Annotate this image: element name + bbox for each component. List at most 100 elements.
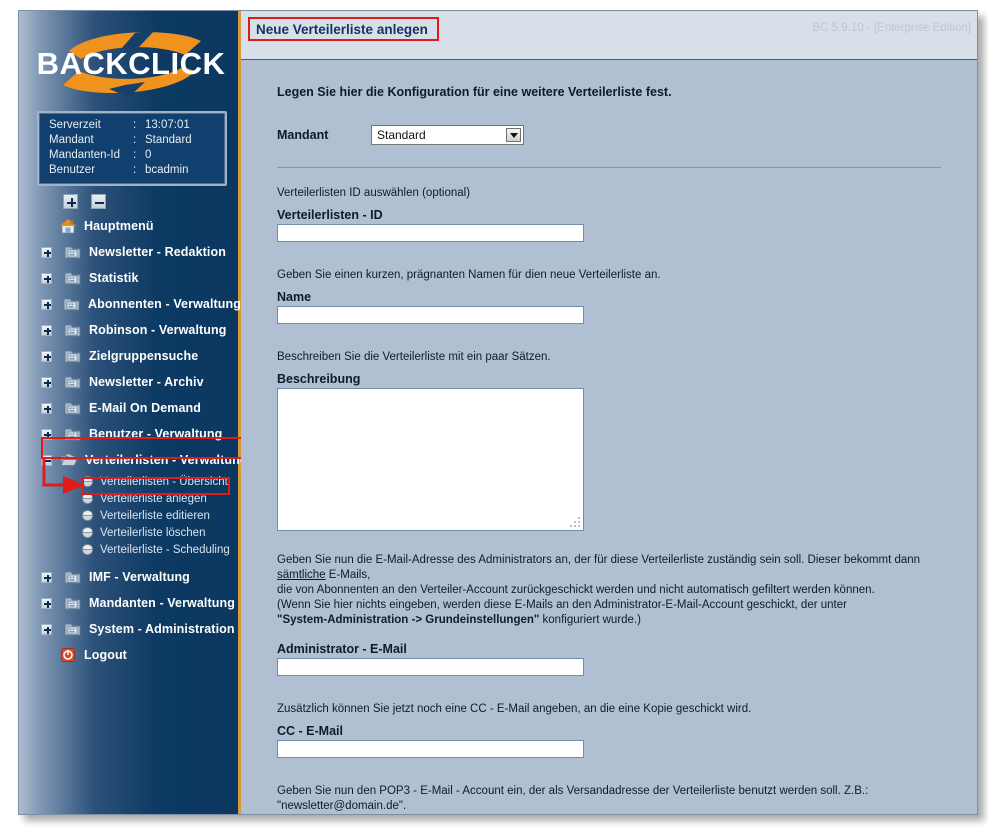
expand-toggle-plus-icon[interactable] (41, 428, 52, 440)
expand-toggle-plus-icon[interactable] (41, 350, 52, 362)
folder-icon (64, 426, 82, 442)
sidebar-subitem-label: Verteilerliste anlegen (100, 492, 207, 505)
info-sep: : (133, 119, 137, 131)
sidebar-item-system-administration[interactable]: System - Administration (19, 616, 241, 642)
cc-email-input[interactable] (277, 740, 584, 758)
sidebar-item-abonnenten-verwaltung[interactable]: Abonnenten - Verwaltung (19, 291, 241, 317)
expand-all-button[interactable] (63, 194, 78, 209)
expand-toggle-plus-icon[interactable] (41, 623, 52, 635)
nav-tree: Hauptmenü Newsletter - Redaktion Statist… (19, 213, 241, 668)
folder-icon (64, 322, 82, 338)
admin-para-4t: konfiguriert wurde.) (539, 614, 641, 626)
screenshot-root: BACKCLICK Serverzeit:13:07:01 Mandant: St… (0, 0, 988, 828)
folder-icon (64, 569, 82, 585)
id-hint: Verteilerlisten ID auswählen (optional) (277, 187, 471, 199)
sidebar-item-statistik[interactable]: Statistik (19, 265, 241, 291)
sidebar-subitem-label: Verteilerlisten - Übersicht (100, 475, 228, 488)
sidebar-item-benutzer-verwaltung[interactable]: Benutzer - Verwaltung (19, 421, 241, 447)
home-icon (59, 218, 77, 234)
sidebar-subitem-verteilerliste-editieren[interactable]: Verteilerliste editieren (19, 507, 241, 524)
expand-toggle-plus-icon[interactable] (41, 324, 52, 336)
section-divider (277, 167, 941, 168)
create-distribution-list-form: Legen Sie hier die Konfiguration für ein… (241, 61, 977, 814)
info-key: Mandant (49, 134, 94, 146)
sidebar-item-label: Newsletter - Redaktion (89, 245, 226, 259)
folder-icon (63, 296, 81, 312)
info-sep: : (133, 134, 137, 146)
sidebar-subitem-label: Verteilerliste - Scheduling (100, 543, 230, 556)
bullet-sphere-icon (81, 526, 94, 539)
expand-toggle-plus-icon[interactable] (41, 246, 52, 258)
sidebar-subitem-verteilerliste-loeschen[interactable]: Verteilerliste löschen (19, 524, 241, 541)
sidebar-item-robinson-verwaltung[interactable]: Robinson - Verwaltung (19, 317, 241, 343)
sidebar-subitem-verteilerliste-scheduling[interactable]: Verteilerliste - Scheduling (19, 541, 241, 558)
info-key: Serverzeit (49, 119, 101, 131)
svg-text:BACKCLICK: BACKCLICK (37, 46, 226, 81)
sidebar-item-email-on-demand[interactable]: E-Mail On Demand (19, 395, 241, 421)
sidebar-item-logout[interactable]: Logout (19, 642, 241, 668)
collapse-all-button[interactable] (91, 194, 106, 209)
expand-toggle-plus-icon[interactable] (41, 597, 52, 609)
admin-para-1b: E-Mails, (325, 569, 371, 581)
app-logo: BACKCLICK (19, 25, 241, 105)
desc-hint: Beschreiben Sie die Verteilerliste mit e… (277, 351, 551, 363)
version-label: BC 5.9.10 - [Enterprise Edition] (812, 22, 971, 34)
sidebar-item-newsletter-redaktion[interactable]: Newsletter - Redaktion (19, 239, 241, 265)
beschreibung-textarea[interactable] (277, 388, 584, 531)
name-hint: Geben Sie einen kurzen, prägnanten Namen… (277, 269, 661, 281)
form-heading: Legen Sie hier die Konfiguration für ein… (277, 85, 672, 99)
main-content: Neue Verteilerliste anlegen BC 5.9.10 - … (241, 11, 977, 814)
expand-toggle-plus-icon[interactable] (41, 402, 52, 414)
collapse-toggle-minus-icon[interactable] (41, 454, 52, 466)
verteilerlisten-id-input[interactable] (277, 224, 584, 242)
sidebar-item-verteilerlisten-verwaltung[interactable]: Verteilerlisten - Verwaltung (19, 447, 241, 473)
expand-toggle-plus-icon[interactable] (41, 298, 52, 310)
name-label: Name (277, 290, 312, 304)
name-input[interactable] (277, 306, 584, 324)
sidebar-item-newsletter-archiv[interactable]: Newsletter - Archiv (19, 369, 241, 395)
cc-hint: Zusätzlich können Sie jetzt noch eine CC… (277, 703, 752, 715)
browser-window: BACKCLICK Serverzeit:13:07:01 Mandant: St… (18, 10, 978, 815)
admin-para-3: (Wenn Sie hier nichts eingeben, werden d… (277, 599, 847, 611)
mandant-select-value: Standard (377, 128, 426, 142)
info-sep: : (133, 149, 137, 161)
sidebar-item-hauptmenu[interactable]: Hauptmenü (19, 213, 241, 239)
backclick-logo-icon: BACKCLICK (37, 30, 226, 97)
sidebar-item-label: Abonnenten - Verwaltung (88, 297, 241, 311)
id-label: Verteilerlisten - ID (277, 208, 383, 222)
sidebar-item-label: Zielgruppensuche (89, 349, 199, 363)
sidebar-item-label: Statistik (89, 271, 139, 285)
sidebar-item-imf-verwaltung[interactable]: IMF - Verwaltung (19, 564, 241, 590)
admin-para-4b: "System-Administration -> Grundeinstellu… (277, 614, 540, 626)
sidebar-item-mandanten-verwaltung[interactable]: Mandanten - Verwaltung (19, 590, 241, 616)
folder-icon (64, 400, 82, 416)
mandant-select[interactable]: Standard (371, 125, 524, 145)
expand-toggle-plus-icon[interactable] (41, 571, 52, 583)
bullet-sphere-icon (81, 543, 94, 556)
logout-icon (59, 647, 77, 663)
content-header: Neue Verteilerliste anlegen BC 5.9.10 - … (241, 11, 977, 60)
resize-grip-icon[interactable] (569, 516, 580, 527)
folder-icon (64, 374, 82, 390)
info-value: bcadmin (145, 164, 189, 176)
sidebar-item-label: Benutzer - Verwaltung (89, 427, 223, 441)
expand-toggle-plus-icon[interactable] (41, 376, 52, 388)
folder-icon (64, 348, 82, 364)
administrator-email-input[interactable] (277, 658, 584, 676)
bullet-sphere-icon (81, 492, 94, 505)
pop3-para-1: Geben Sie nun den POP3 - E-Mail - Accoun… (277, 785, 869, 812)
sidebar-item-zielgruppensuche[interactable]: Zielgruppensuche (19, 343, 241, 369)
info-key: Benutzer (49, 164, 96, 176)
sidebar-item-label: Mandanten - Verwaltung (89, 596, 235, 610)
sidebar-subitem-verteilerlisten-uebersicht[interactable]: Verteilerlisten - Übersicht (19, 473, 241, 490)
chevron-down-icon[interactable] (506, 128, 521, 142)
mandant-row: Mandant Standard (277, 125, 949, 145)
folder-icon (64, 621, 82, 637)
pop3-paragraph: Geben Sie nun den POP3 - E-Mail - Accoun… (277, 784, 949, 814)
server-info-box: Serverzeit:13:07:01 Mandant: Standard Man… (37, 111, 227, 186)
mandant-label: Mandant (277, 128, 329, 142)
sidebar-subitem-verteilerliste-anlegen[interactable]: Verteilerliste anlegen (19, 490, 241, 507)
info-value: 0 (145, 149, 152, 161)
info-key: Mandanten-Id (49, 149, 120, 161)
expand-toggle-plus-icon[interactable] (41, 272, 52, 284)
